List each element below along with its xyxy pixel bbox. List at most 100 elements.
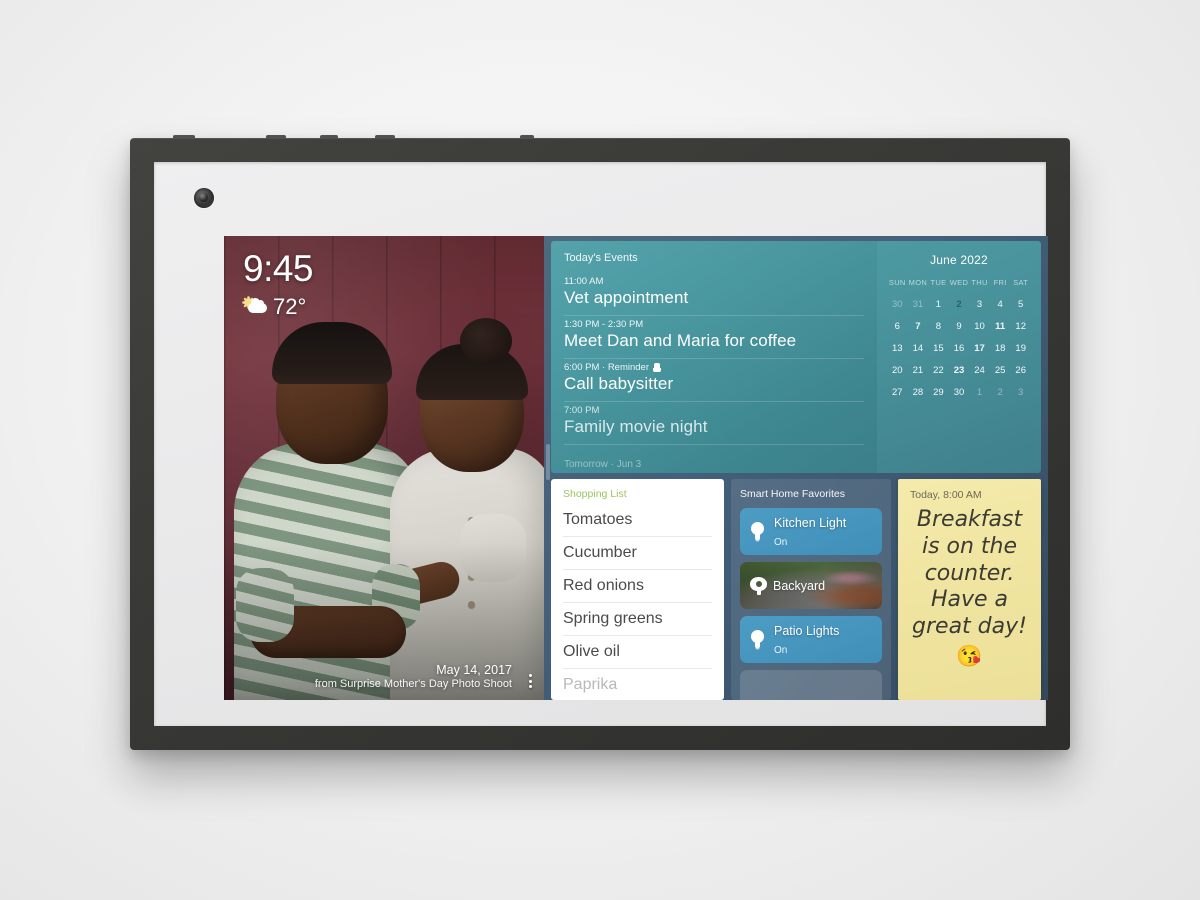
- shopping-list-item[interactable]: Cucumber: [563, 537, 712, 570]
- calendar-week-row: 13 14 15 16 17 18 19: [887, 337, 1031, 359]
- bottom-widget-row: Shopping List Tomatoes Cucumber Red onions…: [551, 479, 1041, 700]
- events-next-day-label: Tomorrow · Jun 3: [564, 459, 642, 470]
- device-top-button-5[interactable]: [520, 135, 534, 139]
- calendar-weekday: FRI: [993, 278, 1007, 287]
- event-row[interactable]: 6:00 PM · Reminder Call babysitter: [564, 359, 864, 402]
- smart-home-tile-name: Kitchen Light: [774, 515, 847, 530]
- calendar-day[interactable]: 21: [908, 359, 929, 381]
- girl-hair-puff: [460, 318, 512, 364]
- shopping-list-item[interactable]: Red onions: [563, 570, 712, 603]
- calendar-week-row: 30 31 1 2 3 4 5: [887, 293, 1031, 315]
- calendar-day[interactable]: 2: [990, 381, 1011, 403]
- photo-widget[interactable]: 9:45 72° May 14, 2017 from Surprise Moth…: [224, 236, 544, 700]
- calendar-day[interactable]: 4: [990, 293, 1011, 315]
- event-row[interactable]: 11:00 AM Vet appointment: [564, 273, 864, 316]
- calendar-day[interactable]: 19: [1010, 337, 1031, 359]
- shopping-list-item[interactable]: Olive oil: [563, 636, 712, 669]
- sticky-note-widget[interactable]: Today, 8:00 AM Breakfast is on the counter…: [898, 479, 1041, 700]
- smart-home-tile-partial[interactable]: [740, 670, 882, 700]
- event-row[interactable]: 7:00 PM Family movie night: [564, 402, 864, 445]
- more-options-vertical-icon[interactable]: [529, 674, 532, 688]
- calendar-day[interactable]: 5: [1010, 293, 1031, 315]
- todays-events-widget[interactable]: Today's Events 11:00 AM Vet appointment …: [551, 241, 877, 473]
- device-top-button-3[interactable]: [320, 135, 338, 139]
- calendar-day[interactable]: 28: [908, 381, 929, 403]
- widget-pane-scrollbar[interactable]: [546, 444, 550, 480]
- shopping-list-item[interactable]: Tomatoes: [563, 504, 712, 537]
- calendar-day[interactable]: 8: [928, 315, 949, 337]
- calendar-day[interactable]: 12: [1010, 315, 1031, 337]
- calendar-weekday-header: SUN MON TUE WED THU FRI SAT: [887, 278, 1031, 293]
- calendar-weekday: SAT: [1013, 278, 1029, 287]
- event-title: Call babysitter: [564, 374, 674, 393]
- calendar-day[interactable]: 10: [969, 315, 990, 337]
- dress-button: [468, 601, 475, 608]
- calendar-day[interactable]: 29: [928, 381, 949, 403]
- smart-home-tile-kitchen-light[interactable]: Kitchen Light On: [740, 508, 882, 555]
- shopping-list-items: Tomatoes Cucumber Red onions Spring greens O…: [563, 504, 712, 700]
- calendar-day[interactable]: 27: [887, 381, 908, 403]
- device-top-button-1[interactable]: [173, 135, 195, 139]
- calendar-weekday: TUE: [930, 278, 947, 287]
- sticky-note-emoji: 😘: [956, 645, 983, 669]
- shopping-list-widget[interactable]: Shopping List Tomatoes Cucumber Red onions…: [551, 479, 724, 700]
- clock-overlay: 9:45 72°: [243, 248, 314, 320]
- event-title: Vet appointment: [564, 288, 689, 307]
- photo-caption-date: May 14, 2017: [436, 663, 512, 677]
- calendar-week-row: 27 28 29 30 1 2 3: [887, 381, 1031, 403]
- calendar-day[interactable]: 1: [928, 293, 949, 315]
- top-widget-row: Today's Events 11:00 AM Vet appointment …: [551, 241, 1041, 473]
- shopping-list-item[interactable]: Spring greens: [563, 603, 712, 636]
- event-title: Meet Dan and Maria for coffee: [564, 331, 797, 350]
- calendar-day[interactable]: 1: [969, 381, 990, 403]
- calendar-day[interactable]: 30: [949, 381, 970, 403]
- calendar-grid: 30 31 1 2 3 4 5 6 7 8 9 10 11 12 13 14 15 16 17 18 19 20 21 22 2…: [887, 293, 1031, 403]
- calendar-day[interactable]: 16: [949, 337, 970, 359]
- calendar-day[interactable]: 26: [1010, 359, 1031, 381]
- sticky-note-body: Breakfast is on the counter. Have a great da…: [912, 507, 1027, 640]
- event-row[interactable]: 1:30 PM - 2:30 PM Meet Dan and Maria for…: [564, 316, 864, 359]
- smart-home-widget[interactable]: Smart Home Favorites Kitchen Light On Ba…: [731, 479, 891, 700]
- calendar-day[interactable]: 18: [990, 337, 1011, 359]
- calendar-day[interactable]: 30: [887, 293, 908, 315]
- calendar-day[interactable]: 17: [969, 337, 990, 359]
- sun-behind-cloud-icon: [243, 297, 269, 317]
- calendar-widget[interactable]: June 2022 SUN MON TUE WED THU FRI SAT 30…: [877, 241, 1041, 473]
- shopping-list-item[interactable]: Paprika: [563, 669, 712, 700]
- widget-pane: Today's Events 11:00 AM Vet appointment …: [544, 236, 1048, 700]
- calendar-day[interactable]: 7: [908, 315, 929, 337]
- calendar-day[interactable]: 3: [969, 293, 990, 315]
- todays-events-title: Today's Events: [564, 252, 638, 264]
- smart-home-tile-backyard-camera[interactable]: Backyard: [740, 562, 882, 609]
- calendar-day[interactable]: 23: [949, 359, 970, 381]
- calendar-day[interactable]: 11: [990, 315, 1011, 337]
- calendar-day[interactable]: 20: [887, 359, 908, 381]
- event-time: 7:00 PM: [564, 405, 600, 416]
- device-top-button-2[interactable]: [266, 135, 286, 139]
- sticky-note-timestamp: Today, 8:00 AM: [910, 489, 982, 501]
- smart-home-tile-name: Backyard: [773, 578, 826, 593]
- calendar-day[interactable]: 3: [1010, 381, 1031, 403]
- calendar-day[interactable]: 25: [990, 359, 1011, 381]
- calendar-day[interactable]: 14: [908, 337, 929, 359]
- calendar-day[interactable]: 9: [949, 315, 970, 337]
- calendar-day[interactable]: 22: [928, 359, 949, 381]
- weather-row[interactable]: 72°: [243, 294, 313, 320]
- calendar-day[interactable]: 31: [908, 293, 929, 315]
- event-title: Family movie night: [564, 417, 708, 436]
- clock-time: 9:45: [243, 248, 314, 289]
- lightbulb-icon: [750, 630, 765, 649]
- calendar-day[interactable]: 13: [887, 337, 908, 359]
- event-time-row: 6:00 PM · Reminder: [564, 362, 864, 373]
- calendar-day[interactable]: 24: [969, 359, 990, 381]
- calendar-day-today[interactable]: 2: [949, 293, 970, 315]
- smart-home-tile-patio-lights[interactable]: Patio Lights On: [740, 616, 882, 663]
- calendar-day[interactable]: 6: [887, 315, 908, 337]
- smart-display-device: 9:45 72° May 14, 2017 from Surprise Moth…: [130, 135, 1070, 750]
- smart-home-tile-state: On: [774, 536, 788, 548]
- lightbulb-icon: [750, 522, 765, 541]
- calendar-weekday: MON: [908, 278, 928, 287]
- calendar-day[interactable]: 15: [928, 337, 949, 359]
- reminder-icon: [653, 363, 662, 372]
- device-top-button-4[interactable]: [375, 135, 395, 139]
